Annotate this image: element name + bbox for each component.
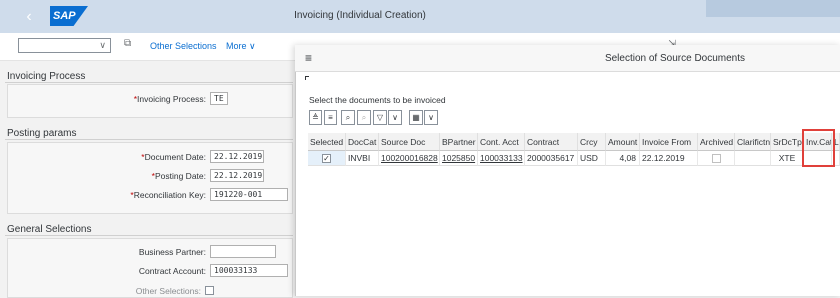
column-header[interactable]: BPartner <box>440 133 478 151</box>
column-header[interactable]: Archived <box>698 133 735 151</box>
focus-corner-marker <box>305 76 309 80</box>
table-cell: 22.12.2019 <box>640 151 698 166</box>
contract-account-field[interactable]: 100033133 <box>210 264 288 277</box>
divider <box>5 82 293 83</box>
table-cell: XTE <box>771 151 804 166</box>
posting-params-title: Posting params <box>7 128 77 139</box>
invoicing-process-label: *Invoicing Process: <box>133 94 206 104</box>
posting-date-label: *Posting Date: <box>151 171 206 181</box>
find-next-icon[interactable]: ⌕ <box>357 110 371 125</box>
column-header[interactable]: Amount <box>606 133 640 151</box>
selected-cell[interactable]: ✓ <box>308 151 346 166</box>
column-header[interactable]: DocCat <box>346 133 379 151</box>
column-header[interactable]: Cont. Acct <box>478 133 525 151</box>
shell-bar-right-segment <box>706 0 840 17</box>
chevron-down-icon: ∨ <box>99 40 106 50</box>
table-cell: INVBI <box>346 151 379 166</box>
other-selections-checkbox[interactable] <box>205 286 214 295</box>
column-header[interactable]: Crcy <box>578 133 606 151</box>
table-cell: 4,08 <box>606 151 640 166</box>
posting-date-field[interactable]: 22.12.2019 <box>210 169 264 182</box>
document-date-field[interactable]: 22.12.2019 <box>210 150 264 163</box>
table-cell-link[interactable]: 100200016828 <box>379 151 440 166</box>
sort-ascending-icon[interactable]: ≜ <box>309 110 322 125</box>
general-selections-title: General Selections <box>7 224 92 235</box>
business-partner-label: Business Partner: <box>138 247 206 257</box>
archived-checkbox <box>711 154 721 164</box>
column-header[interactable]: Invoice From <box>640 133 698 151</box>
column-header[interactable]: Clarifictn <box>735 133 771 151</box>
back-button[interactable]: ‹ <box>18 7 40 27</box>
sort-descending-icon[interactable]: ≡ <box>324 110 337 125</box>
column-header[interactable]: Source Doc <box>379 133 440 151</box>
layout-icon[interactable]: ▦ <box>409 110 423 125</box>
table-cell-link[interactable]: 1025850 <box>440 151 478 166</box>
table-cell: USD <box>578 151 606 166</box>
reconciliation-key-label: *Reconciliation Key: <box>130 190 206 200</box>
dialog-title: Selection of Source Documents <box>604 53 746 64</box>
archived-cell <box>698 151 735 166</box>
column-header[interactable]: SrDcTp <box>771 133 804 151</box>
table-cell: 2000035617 <box>525 151 578 166</box>
divider <box>5 235 293 236</box>
inv-cat-highlight-box <box>802 129 835 167</box>
column-header[interactable]: Selected <box>308 133 346 151</box>
filter-dropdown-icon[interactable]: ∨ <box>388 110 402 125</box>
dialog-instruction: Select the documents to be invoiced <box>309 95 446 105</box>
menu-icon[interactable]: ≡ <box>305 52 312 64</box>
variant-select[interactable]: ∨ <box>18 38 111 53</box>
copy-icon[interactable]: ⧉ <box>124 39 134 49</box>
invoicing-process-title: Invoicing Process <box>7 71 86 82</box>
find-icon[interactable]: ⌕ <box>341 110 355 125</box>
divider <box>5 139 293 140</box>
contract-account-label: Contract Account: <box>138 266 206 276</box>
reconciliation-key-field[interactable]: 191220-001 <box>210 188 288 201</box>
business-partner-field[interactable] <box>210 245 276 258</box>
other-selections-label: Other Selections: <box>135 286 201 296</box>
table-cell <box>735 151 771 166</box>
invoicing-process-field[interactable]: TE <box>210 92 228 105</box>
column-header[interactable]: Contract <box>525 133 578 151</box>
table-cell-link[interactable]: 100033133 <box>478 151 525 166</box>
selected-checkbox[interactable]: ✓ <box>322 154 331 164</box>
app-title: Invoicing (Individual Creation) <box>294 10 426 21</box>
document-date-label: *Document Date: <box>141 152 206 162</box>
more-button[interactable]: More ∨ <box>226 41 256 52</box>
other-selections-button[interactable]: Other Selections <box>150 41 217 51</box>
layout-dropdown-icon[interactable]: ∨ <box>424 110 438 125</box>
filter-icon[interactable]: ▽ <box>373 110 387 125</box>
